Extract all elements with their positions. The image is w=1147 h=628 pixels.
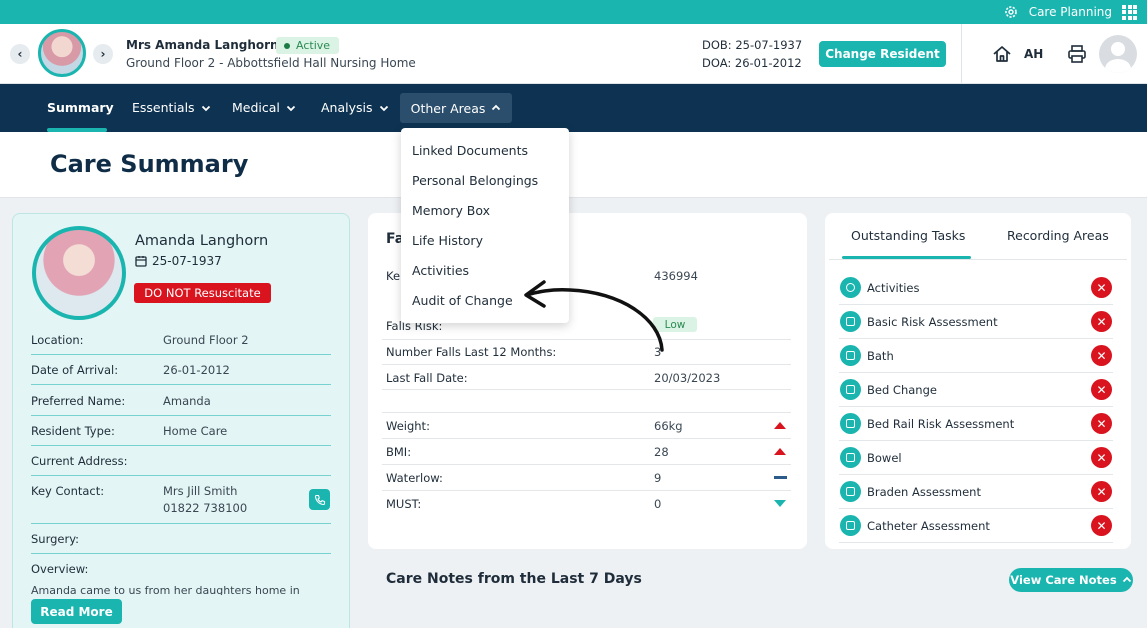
divider — [31, 384, 331, 385]
bed-icon — [840, 379, 861, 400]
resident-doa: DOA: 26-01-2012 — [702, 56, 802, 70]
tab-medical[interactable]: Medical — [232, 100, 296, 115]
close-icon[interactable]: ✕ — [1091, 413, 1112, 434]
tab-outstanding-tasks[interactable]: Outstanding Tasks — [851, 228, 965, 243]
chevron-up-icon — [492, 104, 501, 111]
task-row-catheter[interactable]: Catheter Assessment ✕ — [839, 509, 1113, 543]
divider — [31, 354, 331, 355]
resident-header: ‹ › Mrs Amanda Langhorn Active Ground Fl… — [0, 24, 1147, 84]
read-more-button[interactable]: Read More — [31, 599, 122, 624]
resident-profile-card: Amanda Langhorn 25-07-1937 DO NOT Resusc… — [12, 213, 350, 628]
divider — [382, 364, 791, 365]
main-nav: Summary Essentials Medical Analysis Othe… — [0, 84, 1147, 132]
tasks-card: Outstanding Tasks Recording Areas Activi… — [825, 213, 1131, 549]
divider — [961, 24, 962, 84]
close-icon[interactable]: ✕ — [1091, 379, 1112, 400]
title-band: Care Summary — [0, 132, 1147, 198]
apps-grid-icon[interactable] — [1122, 4, 1137, 20]
trend-same-icon — [774, 474, 787, 479]
trend-up-icon — [774, 448, 786, 455]
divider — [31, 523, 331, 524]
profile-dob: 25-07-1937 — [135, 254, 222, 268]
close-icon[interactable]: ✕ — [1091, 345, 1112, 366]
page-title: Care Summary — [50, 150, 249, 178]
clipboard-icon — [840, 515, 861, 536]
menu-item-linked-documents[interactable]: Linked Documents — [412, 143, 528, 158]
divider — [31, 553, 331, 554]
close-icon[interactable]: ✕ — [1091, 277, 1112, 298]
menu-item-audit-of-change[interactable]: Audit of Change — [412, 293, 513, 308]
home-icon[interactable] — [992, 44, 1012, 64]
care-planning-label[interactable]: Care Planning — [1029, 5, 1112, 19]
trend-down-icon — [774, 500, 786, 507]
change-resident-button[interactable]: Change Resident — [819, 41, 946, 67]
chevron-down-icon — [201, 105, 210, 111]
divider — [382, 464, 791, 465]
chevron-down-icon — [379, 105, 388, 111]
task-row-bath[interactable]: Bath ✕ — [839, 339, 1113, 373]
activities-icon — [840, 277, 861, 298]
resident-photo — [32, 226, 126, 320]
resident-location: Ground Floor 2 - Abbottsfield Hall Nursi… — [126, 56, 416, 70]
menu-item-activities[interactable]: Activities — [412, 263, 469, 278]
task-row-bed-rail[interactable]: Bed Rail Risk Assessment ✕ — [839, 407, 1113, 441]
overview-text: Amanda came to us from her daughters hom… — [31, 584, 300, 595]
resident-avatar — [38, 29, 86, 77]
task-row-bed-change[interactable]: Bed Change ✕ — [839, 373, 1113, 407]
tab-essentials[interactable]: Essentials — [132, 100, 211, 115]
prev-resident-button[interactable]: ‹ — [10, 44, 30, 64]
close-icon[interactable]: ✕ — [1091, 311, 1112, 332]
user-avatar[interactable] — [1099, 35, 1137, 73]
bath-icon — [840, 345, 861, 366]
clipboard-icon — [840, 413, 861, 434]
profile-name: Amanda Langhorn — [135, 233, 269, 249]
clipboard-icon — [840, 311, 861, 332]
resident-name: Mrs Amanda Langhorn — [126, 38, 279, 52]
tab-summary[interactable]: Summary — [47, 100, 114, 115]
divider — [382, 490, 791, 491]
close-icon[interactable]: ✕ — [1091, 515, 1112, 536]
resident-dob: DOB: 25-07-1937 — [702, 38, 803, 52]
menu-item-memory-box[interactable]: Memory Box — [412, 203, 490, 218]
top-bar: Care Planning — [0, 0, 1147, 24]
bowel-icon — [840, 447, 861, 468]
close-icon[interactable]: ✕ — [1091, 447, 1112, 468]
dnr-badge: DO NOT Resuscitate — [134, 283, 271, 303]
task-row-activities[interactable]: Activities ✕ — [839, 271, 1113, 305]
menu-item-life-history[interactable]: Life History — [412, 233, 483, 248]
task-row-basic-risk[interactable]: Basic Risk Assessment ✕ — [839, 305, 1113, 339]
view-care-notes-button[interactable]: View Care Notes — [1009, 568, 1133, 592]
user-initials[interactable]: AH — [1024, 47, 1043, 61]
divider — [829, 259, 1127, 260]
task-row-braden[interactable]: Braden Assessment ✕ — [839, 475, 1113, 509]
call-contact-button[interactable] — [309, 489, 330, 510]
tab-recording-areas[interactable]: Recording Areas — [1007, 228, 1109, 243]
chevron-up-icon — [1122, 576, 1131, 583]
tab-other-areas[interactable]: Other Areas — [400, 93, 512, 123]
divider — [382, 438, 791, 439]
close-icon[interactable]: ✕ — [1091, 481, 1112, 502]
clipboard-icon — [840, 481, 861, 502]
divider — [31, 415, 331, 416]
divider — [31, 445, 331, 446]
menu-item-personal-belongings[interactable]: Personal Belongings — [412, 173, 538, 188]
divider — [31, 475, 331, 476]
trend-up-icon — [774, 422, 786, 429]
calendar-icon — [135, 256, 147, 267]
next-resident-button[interactable]: › — [93, 44, 113, 64]
divider — [382, 389, 791, 390]
divider — [382, 412, 791, 413]
task-row-bowel[interactable]: Bowel ✕ — [839, 441, 1113, 475]
gear-icon[interactable] — [1003, 4, 1019, 20]
tab-analysis[interactable]: Analysis — [321, 100, 389, 115]
print-icon[interactable] — [1067, 44, 1087, 64]
status-badge: Active — [276, 37, 340, 54]
phone-icon — [314, 494, 325, 505]
chevron-down-icon — [286, 105, 296, 111]
annotation-arrow-icon — [524, 280, 664, 352]
care-notes-title: Care Notes from the Last 7 Days — [386, 571, 642, 587]
